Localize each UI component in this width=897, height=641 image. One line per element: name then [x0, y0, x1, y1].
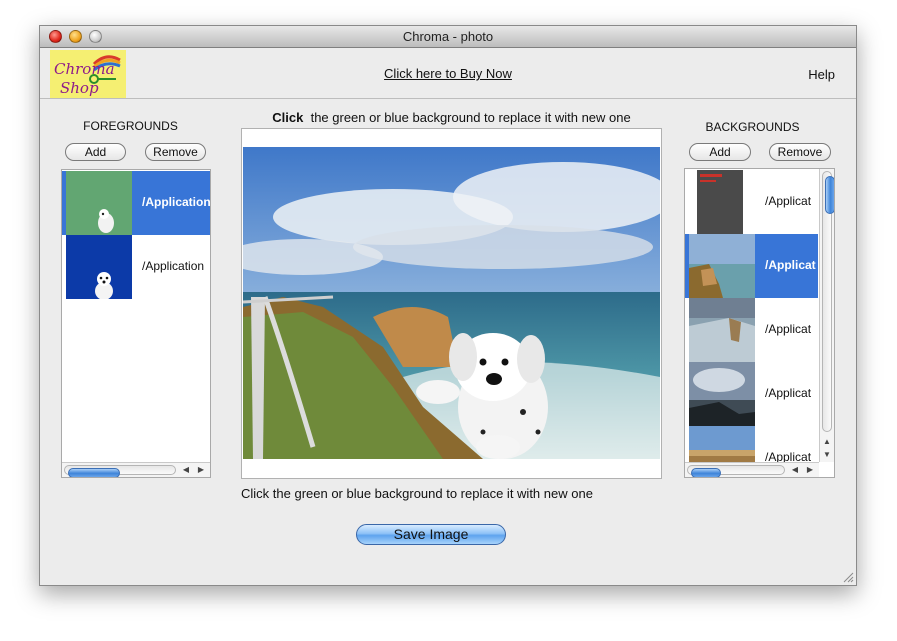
- foreground-thumbnail: [66, 235, 132, 299]
- arrow-left-icon[interactable]: ◀: [788, 464, 802, 476]
- arrow-right-icon[interactable]: ▶: [803, 464, 817, 476]
- foreground-add-button[interactable]: Add: [65, 143, 126, 161]
- background-add-button[interactable]: Add: [689, 143, 751, 161]
- backgrounds-title: BACKGROUNDS: [705, 120, 800, 134]
- scroll-thumb[interactable]: [825, 176, 834, 214]
- help-menu[interactable]: Help: [808, 67, 835, 82]
- scroll-track[interactable]: [64, 465, 176, 477]
- foreground-item[interactable]: /Application: [62, 171, 210, 235]
- background-item-label: /Applicat: [765, 322, 812, 336]
- scroll-thumb[interactable]: [691, 468, 721, 477]
- title-bar[interactable]: Chroma - photo: [40, 26, 856, 48]
- arrow-down-icon[interactable]: ▼: [820, 449, 834, 461]
- composite-image[interactable]: [243, 147, 660, 459]
- scroll-track[interactable]: [687, 465, 785, 477]
- background-item[interactable]: /Applicat: [685, 362, 818, 426]
- resize-grip-icon[interactable]: [842, 571, 854, 583]
- background-item[interactable]: /Applicat: [685, 170, 818, 234]
- foregrounds-title: FOREGROUNDS: [83, 119, 178, 133]
- background-item-label: /Applicat: [765, 194, 812, 208]
- background-thumbnail: [689, 298, 755, 362]
- foreground-item[interactable]: /Application: [62, 235, 210, 299]
- instruction-text: the green or blue background to replace …: [310, 110, 631, 125]
- instruction-bottom: Click the green or blue background to re…: [241, 486, 593, 501]
- window-title: Chroma - photo: [402, 29, 494, 44]
- foregrounds-list[interactable]: /Application /Application ◀ ▶: [61, 169, 211, 478]
- foreground-item-label: /Application: [142, 259, 205, 273]
- buy-now-link[interactable]: Click here to Buy Now: [40, 66, 856, 81]
- instruction-bold: Click: [272, 110, 304, 125]
- foreground-remove-button[interactable]: Remove: [145, 143, 206, 161]
- save-image-button[interactable]: Save Image: [356, 524, 506, 545]
- backgrounds-vertical-scrollbar[interactable]: ▲ ▼: [819, 169, 834, 462]
- svg-text:Shop: Shop: [60, 79, 99, 97]
- backgrounds-list[interactable]: /Applicat /Applicat /Applicat /Applicat …: [684, 168, 835, 478]
- foreground-item-label: /Application: [142, 195, 211, 209]
- background-thumbnail: [689, 234, 755, 298]
- foregrounds-horizontal-scrollbar[interactable]: ◀ ▶: [62, 462, 210, 477]
- backgrounds-horizontal-scrollbar[interactable]: ◀ ▶: [685, 462, 819, 477]
- arrow-right-icon[interactable]: ▶: [194, 464, 208, 476]
- arrow-left-icon[interactable]: ◀: [179, 464, 193, 476]
- background-item[interactable]: /Applicat: [685, 234, 818, 298]
- background-thumbnail: [697, 170, 743, 234]
- scroll-thumb[interactable]: [68, 468, 120, 477]
- background-item-label: /Applicat: [765, 386, 812, 400]
- instruction-top: Click the green or blue background to re…: [241, 110, 662, 125]
- background-thumbnail: [689, 362, 755, 426]
- arrow-up-icon[interactable]: ▲: [820, 436, 834, 448]
- background-remove-button[interactable]: Remove: [769, 143, 831, 161]
- scroll-track[interactable]: [822, 171, 834, 432]
- background-item-label: /Applicat: [765, 258, 816, 272]
- background-item[interactable]: /Applicat: [685, 298, 818, 362]
- app-window: Chroma - photo Chroma Shop Click here to…: [39, 25, 857, 586]
- toolbar: Chroma Shop Click here to Buy Now Help: [40, 49, 856, 99]
- composite-preview[interactable]: [241, 128, 662, 479]
- foreground-thumbnail: [66, 171, 132, 235]
